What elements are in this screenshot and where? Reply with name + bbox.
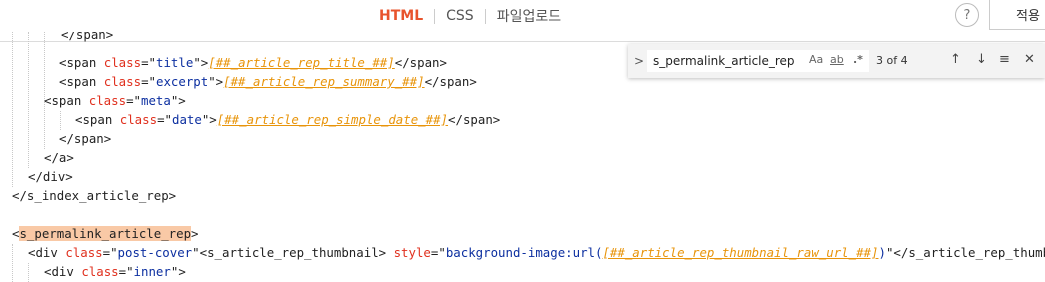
code-token: "> bbox=[170, 264, 186, 279]
code-token: class bbox=[81, 264, 119, 279]
code-token: inner bbox=[133, 264, 171, 279]
code-line: </s_index_article_rep> bbox=[12, 186, 176, 205]
code-token: <span bbox=[75, 112, 120, 127]
code-token: post-cover bbox=[117, 245, 193, 260]
code-token: class bbox=[119, 112, 158, 127]
find-widget: > Aa ab .* 3 of 4 ↑ ↓ ≡ ✕ bbox=[628, 44, 1045, 78]
code-token: </span> bbox=[394, 55, 447, 70]
code-line: <span class="date">[##_article_rep_simpl… bbox=[75, 110, 500, 129]
indent-guide bbox=[28, 32, 29, 168]
code-token: excerpt bbox=[156, 74, 209, 89]
code-token: [##_article_rep_summary_##] bbox=[223, 74, 425, 89]
code-line: <span class="excerpt">[##_article_rep_su… bbox=[59, 72, 477, 91]
code-line: <div class="inner"> bbox=[44, 262, 186, 281]
code-token: </div> bbox=[28, 169, 73, 184]
code-token: </s_index_article_rep> bbox=[12, 188, 177, 203]
code-line: <span class="title">[##_article_rep_titl… bbox=[59, 53, 447, 72]
arrow-up-icon[interactable]: ↑ bbox=[950, 52, 961, 67]
code-line: <span class="meta"> bbox=[44, 91, 186, 110]
code-line: <s_permalink_article_rep> bbox=[12, 224, 199, 243]
code-token: > bbox=[191, 226, 199, 241]
code-token: [##_article_rep_simple_date_##] bbox=[216, 112, 449, 127]
code-token: "> bbox=[201, 112, 217, 127]
code-token: </a> bbox=[44, 150, 74, 165]
code-token: <span bbox=[59, 55, 104, 70]
match-count: 3 of 4 bbox=[876, 54, 908, 67]
tab-file-upload[interactable]: 파일업로드 bbox=[495, 6, 563, 26]
code-token: =" bbox=[118, 264, 134, 279]
regex-icon[interactable]: .* bbox=[853, 53, 863, 66]
code-token: </span> bbox=[61, 32, 114, 42]
indent-guide bbox=[12, 244, 13, 282]
code-token: "> bbox=[170, 93, 186, 108]
code-token: [##_article_rep_thumbnail_raw_url_##] bbox=[602, 245, 879, 260]
match-case-icon[interactable]: Aa bbox=[809, 53, 823, 66]
code-token: =" bbox=[126, 93, 141, 108]
tab-divider bbox=[484, 8, 486, 24]
indent-guide bbox=[12, 32, 13, 187]
code-token: =" bbox=[157, 112, 172, 127]
help-icon[interactable]: ? bbox=[955, 3, 979, 27]
code-token: s_permalink_article_rep bbox=[19, 226, 192, 241]
code-line: </a> bbox=[44, 148, 74, 167]
code-token: =" bbox=[141, 55, 156, 70]
code-line: </span> bbox=[61, 32, 113, 44]
code-token: date bbox=[172, 112, 202, 127]
code-token: "<s_article_rep_thumbnail> bbox=[192, 245, 394, 260]
code-token: =" bbox=[141, 74, 156, 89]
code-line: </div> bbox=[28, 167, 73, 186]
code-token: </span> bbox=[424, 74, 477, 89]
close-icon[interactable]: ✕ bbox=[1024, 52, 1035, 67]
code-token: =" bbox=[102, 245, 118, 260]
code-token: </span> bbox=[448, 112, 501, 127]
indent-guide bbox=[28, 263, 29, 282]
chevron-right-icon[interactable]: > bbox=[634, 54, 644, 68]
arrow-down-icon[interactable]: ↓ bbox=[976, 52, 987, 67]
tab-divider bbox=[434, 8, 436, 24]
code-line: </span> bbox=[59, 129, 111, 148]
code-token: background-image:url( bbox=[445, 245, 603, 260]
code-token: [##_article_rep_title_##] bbox=[208, 55, 395, 70]
code-token: </span> bbox=[59, 131, 112, 146]
code-token: class bbox=[65, 245, 103, 260]
code-token: class bbox=[103, 74, 142, 89]
apply-button[interactable]: 적용 bbox=[989, 0, 1045, 30]
code-token: style bbox=[393, 245, 431, 260]
code-token: ) bbox=[878, 245, 886, 260]
code-token: <span bbox=[59, 74, 104, 89]
find-in-selection-icon[interactable]: ≡ bbox=[999, 52, 1010, 67]
whole-word-icon[interactable]: ab bbox=[830, 53, 844, 66]
code-token: "> bbox=[208, 74, 224, 89]
code-token: meta bbox=[141, 93, 171, 108]
editor-tabs: HTML CSS 파일업로드 bbox=[377, 0, 563, 32]
code-token: "</s_article_rep_thumbnail> bbox=[885, 245, 1045, 260]
code-token: =" bbox=[430, 245, 446, 260]
code-token: "> bbox=[193, 55, 209, 70]
code-token: <div bbox=[44, 264, 82, 279]
tab-html[interactable]: HTML bbox=[377, 8, 425, 24]
code-token: class bbox=[88, 93, 127, 108]
code-line: <div class="post-cover"<s_article_rep_th… bbox=[28, 243, 1045, 262]
code-token: <span bbox=[44, 93, 89, 108]
indent-guide bbox=[60, 111, 61, 130]
code-token: <div bbox=[28, 245, 66, 260]
tab-css[interactable]: CSS bbox=[444, 8, 476, 24]
code-token: title bbox=[156, 55, 194, 70]
code-token: class bbox=[103, 55, 142, 70]
